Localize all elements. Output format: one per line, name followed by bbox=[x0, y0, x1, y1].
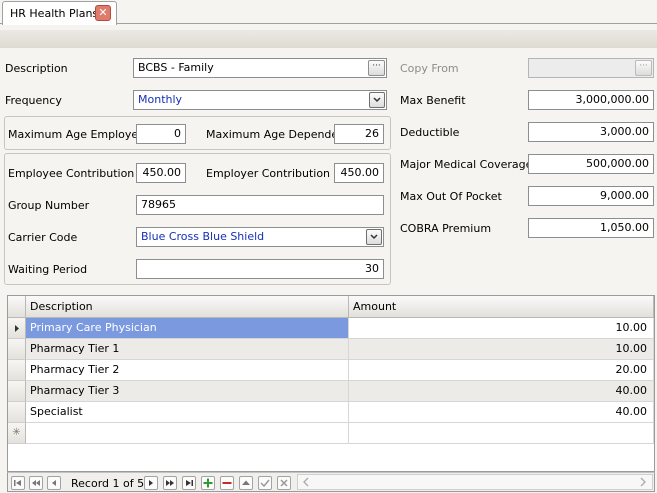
chevron-down-icon bbox=[373, 97, 381, 103]
description-lookup-button[interactable]: ··· bbox=[368, 60, 385, 76]
last-icon bbox=[186, 480, 193, 486]
max-age-employee-label: Maximum Age Employee bbox=[8, 128, 145, 141]
scroll-right-arrow-icon[interactable] bbox=[637, 476, 649, 488]
last-record-button[interactable] bbox=[182, 476, 196, 490]
table-row[interactable]: Pharmacy Tier 1 10.00 bbox=[8, 339, 654, 360]
new-row-cell-amount[interactable] bbox=[349, 423, 654, 444]
max-benefit-label: Max Benefit bbox=[400, 94, 466, 107]
description-field[interactable]: BCBS - Family bbox=[133, 58, 387, 78]
max-out-of-pocket-field[interactable]: 9,000.00 bbox=[528, 186, 654, 206]
employer-contribution-label: Employer Contribution bbox=[206, 167, 331, 180]
previous-page-button[interactable] bbox=[29, 476, 43, 490]
new-row-icon: ✳ bbox=[12, 427, 21, 438]
post-edit-button bbox=[258, 476, 272, 490]
copy-from-lookup-button: ··· bbox=[635, 60, 652, 76]
cell-amount[interactable]: 10.00 bbox=[349, 339, 654, 360]
cobra-premium-field[interactable]: 1,050.00 bbox=[528, 218, 654, 238]
record-counter: Record 1 of 5 bbox=[71, 477, 145, 490]
plus-icon bbox=[203, 478, 213, 488]
cell-description[interactable]: Pharmacy Tier 1 bbox=[26, 339, 349, 360]
add-record-button[interactable] bbox=[201, 476, 215, 490]
max-out-of-pocket-label: Max Out Of Pocket bbox=[400, 190, 502, 203]
previous-record-button[interactable] bbox=[47, 476, 61, 490]
cell-description[interactable]: Primary Care Physician bbox=[26, 318, 349, 339]
tab-label: HR Health Plans bbox=[10, 7, 99, 20]
previous-page-icon bbox=[32, 480, 40, 486]
row-indicator[interactable] bbox=[8, 360, 26, 381]
table-row[interactable]: Pharmacy Tier 2 20.00 bbox=[8, 360, 654, 381]
previous-icon bbox=[52, 480, 56, 486]
cell-description[interactable]: Pharmacy Tier 2 bbox=[26, 360, 349, 381]
major-medical-label: Major Medical Coverage bbox=[400, 158, 533, 171]
new-row-cell-description[interactable] bbox=[26, 423, 349, 444]
next-icon bbox=[149, 480, 153, 486]
table-row[interactable]: Pharmacy Tier 3 40.00 bbox=[8, 381, 654, 402]
new-row[interactable]: ✳ bbox=[8, 423, 654, 444]
cell-amount[interactable]: 40.00 bbox=[349, 402, 654, 423]
tab-hr-health-plans[interactable]: HR Health Plans ✕ bbox=[2, 1, 117, 25]
cell-description[interactable]: Pharmacy Tier 3 bbox=[26, 381, 349, 402]
row-pointer-icon bbox=[15, 325, 19, 332]
copy-from-label: Copy From bbox=[400, 62, 459, 75]
cancel-edit-button bbox=[277, 476, 291, 490]
deductible-field[interactable]: 3,000.00 bbox=[528, 122, 654, 142]
next-page-button[interactable] bbox=[163, 476, 177, 490]
cell-amount[interactable]: 40.00 bbox=[349, 381, 654, 402]
cell-description[interactable]: Specialist bbox=[26, 402, 349, 423]
cobra-premium-label: COBRA Premium bbox=[400, 222, 492, 235]
max-age-dependent-label: Maximum Age Dependent bbox=[206, 128, 350, 141]
cell-amount[interactable]: 20.00 bbox=[349, 360, 654, 381]
row-indicator[interactable] bbox=[8, 402, 26, 423]
next-record-button[interactable] bbox=[144, 476, 158, 490]
check-icon bbox=[260, 479, 270, 488]
row-indicator[interactable] bbox=[8, 339, 26, 360]
minus-icon bbox=[222, 482, 232, 484]
max-age-dependent-field[interactable]: 26 bbox=[334, 124, 384, 144]
benefits-grid: Description Amount Primary Care Physicia… bbox=[7, 295, 655, 472]
new-row-indicator[interactable]: ✳ bbox=[8, 423, 26, 444]
carrier-code-label: Carrier Code bbox=[8, 231, 78, 244]
max-age-employee-field[interactable]: 0 bbox=[136, 124, 186, 144]
record-navigator: Record 1 of 5 bbox=[7, 472, 655, 492]
first-record-button[interactable] bbox=[11, 476, 25, 490]
column-header-description[interactable]: Description bbox=[26, 296, 349, 318]
employee-contribution-label: Employee Contribution bbox=[8, 167, 135, 180]
first-icon bbox=[14, 480, 21, 486]
waiting-period-label: Waiting Period bbox=[8, 263, 88, 276]
edit-record-button[interactable] bbox=[239, 476, 253, 490]
table-row[interactable]: Primary Care Physician 10.00 bbox=[8, 318, 654, 339]
cell-amount[interactable]: 10.00 bbox=[349, 318, 654, 339]
table-row[interactable]: Specialist 40.00 bbox=[8, 402, 654, 423]
employer-contribution-field[interactable]: 450.00 bbox=[334, 163, 384, 183]
edit-triangle-icon bbox=[242, 480, 250, 485]
carrier-code-dropdown-button[interactable] bbox=[366, 229, 382, 245]
scroll-left-arrow-icon[interactable] bbox=[300, 476, 312, 488]
horizontal-scrollbar[interactable] bbox=[297, 474, 653, 490]
column-header-amount[interactable]: Amount bbox=[349, 296, 654, 318]
grid-corner bbox=[8, 296, 26, 318]
description-label: Description bbox=[5, 62, 68, 75]
max-benefit-field[interactable]: 3,000,000.00 bbox=[528, 90, 654, 110]
next-page-icon bbox=[166, 480, 174, 486]
delete-record-button[interactable] bbox=[220, 476, 234, 490]
frequency-label: Frequency bbox=[5, 94, 62, 107]
waiting-period-field[interactable]: 30 bbox=[136, 259, 384, 279]
group-number-field[interactable]: 78965 bbox=[136, 195, 384, 215]
toolbar bbox=[0, 30, 657, 48]
close-icon[interactable]: ✕ bbox=[95, 5, 111, 21]
major-medical-field[interactable]: 500,000.00 bbox=[528, 154, 654, 174]
carrier-code-select[interactable]: Blue Cross Blue Shield bbox=[136, 227, 384, 247]
deductible-label: Deductible bbox=[400, 126, 460, 139]
row-indicator[interactable] bbox=[8, 381, 26, 402]
group-number-label: Group Number bbox=[8, 199, 90, 212]
chevron-down-icon bbox=[370, 234, 378, 240]
cancel-x-icon bbox=[280, 479, 288, 487]
current-row-indicator[interactable] bbox=[8, 318, 26, 339]
employee-contribution-field[interactable]: 450.00 bbox=[136, 163, 186, 183]
frequency-dropdown-button[interactable] bbox=[369, 92, 385, 108]
frequency-select[interactable]: Monthly bbox=[133, 90, 387, 110]
